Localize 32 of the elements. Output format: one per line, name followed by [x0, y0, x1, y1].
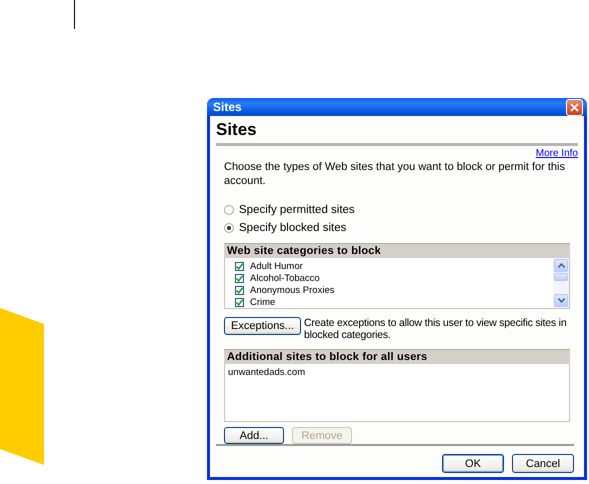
- dialog-heading: Sites: [216, 120, 578, 146]
- checkbox[interactable]: [235, 286, 244, 294]
- checkbox[interactable]: [235, 262, 244, 270]
- scroll-up-icon: [558, 263, 564, 268]
- window-title: Sites: [213, 100, 242, 114]
- scroll-down-icon: [558, 298, 564, 303]
- exceptions-button[interactable]: Exceptions...: [224, 317, 301, 335]
- category-label[interactable]: Anonymous Proxies: [250, 284, 334, 296]
- section-header: Web site categories to block: [224, 243, 570, 258]
- category-label[interactable]: Crime: [250, 296, 276, 308]
- margin-rule: [74, 0, 75, 29]
- cancel-button[interactable]: Cancel: [512, 454, 574, 473]
- ok-button[interactable]: OK: [442, 454, 504, 473]
- sites-list[interactable]: unwantedads.com: [224, 364, 570, 422]
- scroll-thumb[interactable]: [554, 273, 568, 281]
- section-header: Additional sites to block for all users: [224, 349, 570, 364]
- intro-text: Choose the types of Web sites that you want to block or permit for this account.: [224, 160, 566, 188]
- radio-label[interactable]: Specify permitted sites: [239, 204, 355, 216]
- scrollbar[interactable]: [553, 258, 569, 308]
- category-label[interactable]: Alcohol-Tobacco: [250, 272, 320, 284]
- add-button[interactable]: Add...: [224, 427, 284, 444]
- radio-label[interactable]: Specify blocked sites: [239, 222, 346, 234]
- exceptions-description: Create exceptions to allow this user to view specific sites in blocked categories.: [304, 317, 568, 341]
- site-entry[interactable]: unwantedads.com: [228, 367, 566, 378]
- category-label[interactable]: Adult Humor: [250, 260, 303, 272]
- radio-button[interactable]: [224, 205, 234, 215]
- close-button[interactable]: [566, 98, 583, 116]
- close-icon: [570, 102, 579, 112]
- checkbox[interactable]: [235, 298, 244, 306]
- checkbox[interactable]: [235, 274, 244, 282]
- radio-button[interactable]: [224, 223, 234, 233]
- more-info-link[interactable]: More Info: [536, 148, 578, 159]
